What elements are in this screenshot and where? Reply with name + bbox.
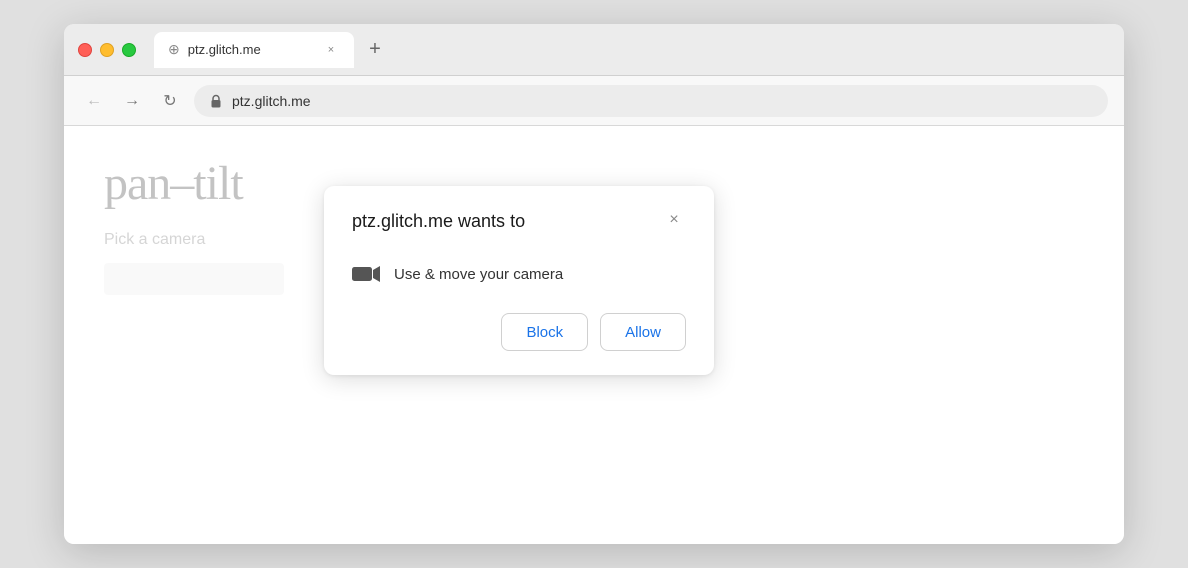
maximize-traffic-light[interactable] [122, 43, 136, 57]
popup-title: ptz.glitch.me wants to [352, 210, 525, 233]
browser-window: ⊕ ptz.glitch.me × + ← → ↻ ptz.glitch.me … [64, 24, 1124, 544]
popup-header: ptz.glitch.me wants to × [352, 210, 686, 233]
close-traffic-light[interactable] [78, 43, 92, 57]
popup-close-button[interactable]: × [662, 208, 686, 232]
camera-icon [352, 263, 380, 285]
back-button[interactable]: ← [80, 87, 108, 115]
lock-icon [208, 93, 224, 109]
nav-bar: ← → ↻ ptz.glitch.me [64, 76, 1124, 126]
new-tab-button[interactable]: + [360, 35, 390, 65]
address-bar[interactable]: ptz.glitch.me [194, 85, 1108, 117]
tab-close-button[interactable]: × [322, 41, 340, 59]
permission-row: Use & move your camera [352, 253, 686, 295]
active-tab[interactable]: ⊕ ptz.glitch.me × [154, 32, 354, 68]
tab-title: ptz.glitch.me [188, 42, 314, 57]
permission-popup: ptz.glitch.me wants to × Use & move your… [324, 186, 714, 375]
title-bar: ⊕ ptz.glitch.me × + [64, 24, 1124, 76]
popup-actions: Block Allow [352, 313, 686, 351]
minimize-traffic-light[interactable] [100, 43, 114, 57]
traffic-lights [78, 43, 136, 57]
permission-text: Use & move your camera [394, 266, 563, 283]
page-content: pan–tilt Pick a camera ptz.glitch.me wan… [64, 126, 1124, 544]
address-text: ptz.glitch.me [232, 93, 1094, 109]
block-button[interactable]: Block [501, 313, 588, 351]
tab-drag-icon: ⊕ [168, 41, 180, 58]
tab-bar: ⊕ ptz.glitch.me × + [154, 32, 1110, 68]
forward-button[interactable]: → [118, 87, 146, 115]
reload-button[interactable]: ↻ [156, 87, 184, 115]
page-bg-input [104, 263, 284, 295]
allow-button[interactable]: Allow [600, 313, 686, 351]
